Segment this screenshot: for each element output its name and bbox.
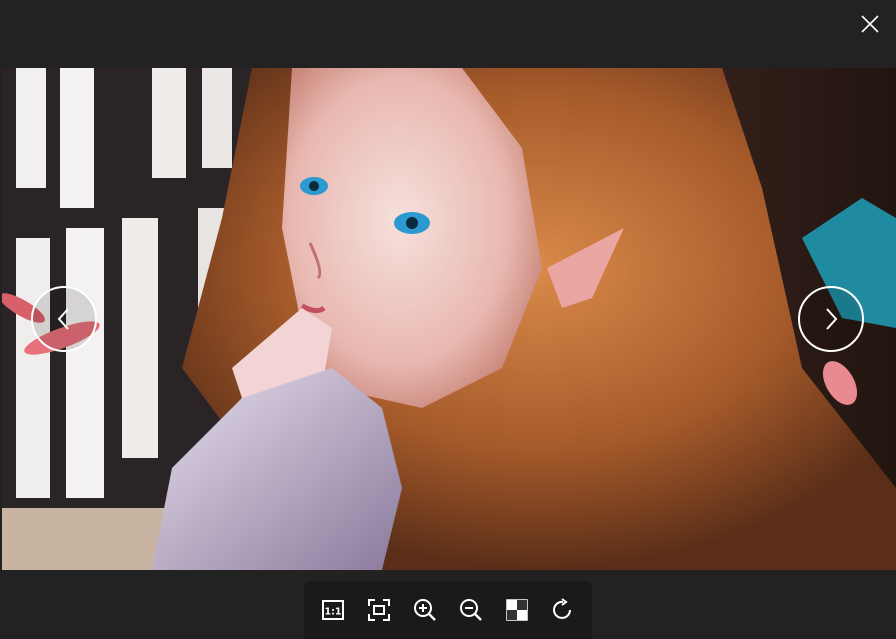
zoom-out-button[interactable]	[454, 593, 488, 627]
one-to-one-label: 1:1	[324, 607, 341, 618]
next-image-button[interactable]	[798, 286, 864, 352]
actual-size-button[interactable]: 1:1	[316, 593, 350, 627]
fit-screen-icon	[368, 599, 390, 621]
chevron-left-icon	[57, 308, 69, 330]
checkerboard-icon	[506, 599, 528, 621]
rotate-button[interactable]	[546, 593, 580, 627]
zoom-in-icon	[414, 599, 436, 621]
one-to-one-icon: 1:1	[322, 600, 344, 620]
close-button[interactable]	[858, 12, 882, 36]
displayed-image	[2, 68, 896, 570]
zoom-out-icon	[460, 599, 482, 621]
rotate-clockwise-icon	[553, 598, 571, 619]
previous-image-button[interactable]	[31, 286, 97, 352]
close-icon	[861, 15, 879, 33]
fit-screen-button[interactable]	[362, 593, 396, 627]
image-stage[interactable]	[2, 68, 896, 570]
image-toolbar: 1:1	[304, 581, 592, 639]
transparency-background-button[interactable]	[500, 593, 534, 627]
image-viewer: 1:1	[0, 0, 896, 639]
zoom-in-button[interactable]	[408, 593, 442, 627]
chevron-right-icon	[826, 308, 838, 330]
